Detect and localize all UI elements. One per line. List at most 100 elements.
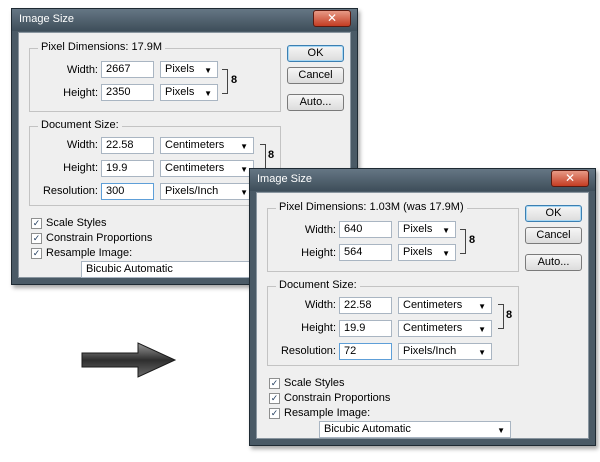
- pixel-dimensions-legend: Pixel Dimensions: 17.9M: [38, 41, 166, 53]
- constrain-proportions-checkbox[interactable]: ✓ Constrain Proportions: [269, 392, 390, 404]
- link-bracket: [260, 144, 266, 169]
- doc-width-unit-select[interactable]: Centimeters ▼: [160, 137, 254, 154]
- checkmark-icon: ✓: [269, 407, 280, 419]
- cancel-button[interactable]: Cancel: [525, 227, 582, 244]
- resample-image-label: Resample Image:: [46, 247, 133, 259]
- close-icon: ✕: [326, 11, 338, 25]
- resample-image-checkbox[interactable]: ✓ Resample Image:: [269, 407, 370, 419]
- chain-link-icon: 8: [469, 234, 476, 246]
- pixel-dimensions-value: 1.03M (was 17.9M): [369, 201, 464, 213]
- pixel-dimensions-group: Pixel Dimensions: 17.9M Width: 2667 Pixe…: [29, 41, 281, 112]
- title-bar[interactable]: Image Size ✕: [12, 9, 357, 31]
- doc-width-input[interactable]: 22.58: [101, 137, 154, 154]
- dialog-body: Pixel Dimensions: 1.03M (was 17.9M) Widt…: [256, 192, 589, 439]
- doc-height-unit-value: Centimeters: [403, 322, 463, 334]
- resample-method-value: Bicubic Automatic: [324, 423, 411, 435]
- resolution-input[interactable]: 72: [339, 343, 392, 360]
- doc-width-label: Width:: [304, 299, 336, 311]
- constrain-proportions-label: Constrain Proportions: [46, 232, 153, 244]
- title-bar[interactable]: Image Size ✕: [250, 169, 595, 191]
- pixel-dimensions-label: Pixel Dimensions:: [41, 41, 129, 53]
- doc-height-input[interactable]: 19.9: [101, 160, 154, 177]
- chevron-down-icon: ▼: [204, 66, 212, 75]
- doc-height-label: Height:: [301, 322, 336, 334]
- pixel-width-input[interactable]: 640: [339, 221, 392, 238]
- document-size-legend: Document Size:: [38, 119, 122, 131]
- chevron-down-icon: ▼: [497, 426, 505, 435]
- checkmark-icon: ✓: [269, 392, 280, 404]
- doc-width-input[interactable]: 22.58: [339, 297, 392, 314]
- chain-link-icon: 8: [506, 309, 513, 321]
- pixel-width-unit-value: Pixels: [165, 63, 195, 75]
- doc-height-unit-select[interactable]: Centimeters ▼: [398, 320, 492, 337]
- link-bracket: [460, 229, 466, 254]
- document-size-group: Document Size: Width: 22.58 Centimeters ▼…: [29, 119, 281, 206]
- ok-button[interactable]: OK: [525, 205, 582, 222]
- pixel-dimensions-group: Pixel Dimensions: 1.03M (was 17.9M) Widt…: [267, 201, 519, 272]
- resample-method-select[interactable]: Bicubic Automatic: [81, 261, 261, 278]
- chevron-down-icon: ▼: [478, 325, 486, 334]
- height-label: Height:: [301, 247, 336, 259]
- pixel-dimensions-legend: Pixel Dimensions: 1.03M (was 17.9M): [276, 201, 467, 213]
- pixel-width-unit-select[interactable]: Pixels ▼: [160, 61, 218, 78]
- doc-width-label: Width:: [66, 139, 98, 151]
- auto-button[interactable]: Auto...: [287, 94, 344, 111]
- doc-width-unit-value: Centimeters: [403, 299, 463, 311]
- link-bracket: [498, 304, 504, 329]
- scale-styles-checkbox[interactable]: ✓ Scale Styles: [269, 377, 345, 389]
- pixel-dimensions-label: Pixel Dimensions:: [279, 201, 367, 213]
- image-size-dialog-after: Image Size ✕ Pixel Dimensions: 1.03M (wa…: [249, 168, 596, 446]
- checkmark-icon: ✓: [269, 377, 280, 389]
- constrain-proportions-label: Constrain Proportions: [284, 392, 391, 404]
- doc-width-unit-select[interactable]: Centimeters ▼: [398, 297, 492, 314]
- pixel-height-input[interactable]: 564: [339, 244, 392, 261]
- chain-link-icon: 8: [231, 74, 238, 86]
- checkmark-icon: ✓: [31, 217, 42, 229]
- pixel-height-input[interactable]: 2350: [101, 84, 154, 101]
- pixel-height-unit-value: Pixels: [403, 246, 433, 258]
- resolution-label: Resolution:: [280, 345, 336, 357]
- constrain-proportions-checkbox[interactable]: ✓ Constrain Proportions: [31, 232, 152, 244]
- resolution-unit-value: Pixels/Inch: [403, 345, 457, 357]
- auto-button[interactable]: Auto...: [525, 254, 582, 271]
- doc-height-label: Height:: [63, 162, 98, 174]
- resolution-unit-select[interactable]: Pixels/Inch ▼: [398, 343, 492, 360]
- resolution-unit-select[interactable]: Pixels/Inch ▼: [160, 183, 254, 200]
- cancel-button[interactable]: Cancel: [287, 67, 344, 84]
- chevron-down-icon: ▼: [442, 249, 450, 258]
- width-label: Width:: [304, 224, 336, 236]
- close-button[interactable]: ✕: [551, 170, 589, 187]
- document-size-group: Document Size: Width: 22.58 Centimeters ▼…: [267, 279, 519, 366]
- width-label: Width:: [66, 64, 98, 76]
- doc-height-input[interactable]: 19.9: [339, 320, 392, 337]
- pixel-height-unit-select[interactable]: Pixels ▼: [160, 84, 218, 101]
- resample-image-label: Resample Image:: [284, 407, 371, 419]
- pixel-width-input[interactable]: 2667: [101, 61, 154, 78]
- pixel-height-unit-select[interactable]: Pixels ▼: [398, 244, 456, 261]
- checkmark-icon: ✓: [31, 247, 42, 259]
- pixel-width-unit-select[interactable]: Pixels ▼: [398, 221, 456, 238]
- close-button[interactable]: ✕: [313, 10, 351, 27]
- pixel-width-unit-value: Pixels: [403, 223, 433, 235]
- ok-button[interactable]: OK: [287, 45, 344, 62]
- chevron-down-icon: ▼: [240, 142, 248, 151]
- chevron-down-icon: ▼: [478, 348, 486, 357]
- scale-styles-label: Scale Styles: [284, 377, 345, 389]
- doc-height-unit-value: Centimeters: [165, 162, 225, 174]
- dialog-title: Image Size: [257, 173, 313, 185]
- resample-image-checkbox[interactable]: ✓ Resample Image:: [31, 247, 132, 259]
- chevron-down-icon: ▼: [478, 302, 486, 311]
- pixel-height-unit-value: Pixels: [165, 86, 195, 98]
- chevron-down-icon: ▼: [240, 188, 248, 197]
- document-size-legend: Document Size:: [276, 279, 360, 291]
- arrow-right-icon: [81, 342, 177, 378]
- resample-method-value: Bicubic Automatic: [86, 263, 173, 275]
- scale-styles-checkbox[interactable]: ✓ Scale Styles: [31, 217, 107, 229]
- resolution-input[interactable]: 300: [101, 183, 154, 200]
- chevron-down-icon: ▼: [442, 226, 450, 235]
- doc-height-unit-select[interactable]: Centimeters ▼: [160, 160, 254, 177]
- chain-link-icon: 8: [268, 149, 275, 161]
- resample-method-select[interactable]: Bicubic Automatic ▼: [319, 421, 511, 438]
- scale-styles-label: Scale Styles: [46, 217, 107, 229]
- chevron-down-icon: ▼: [204, 89, 212, 98]
